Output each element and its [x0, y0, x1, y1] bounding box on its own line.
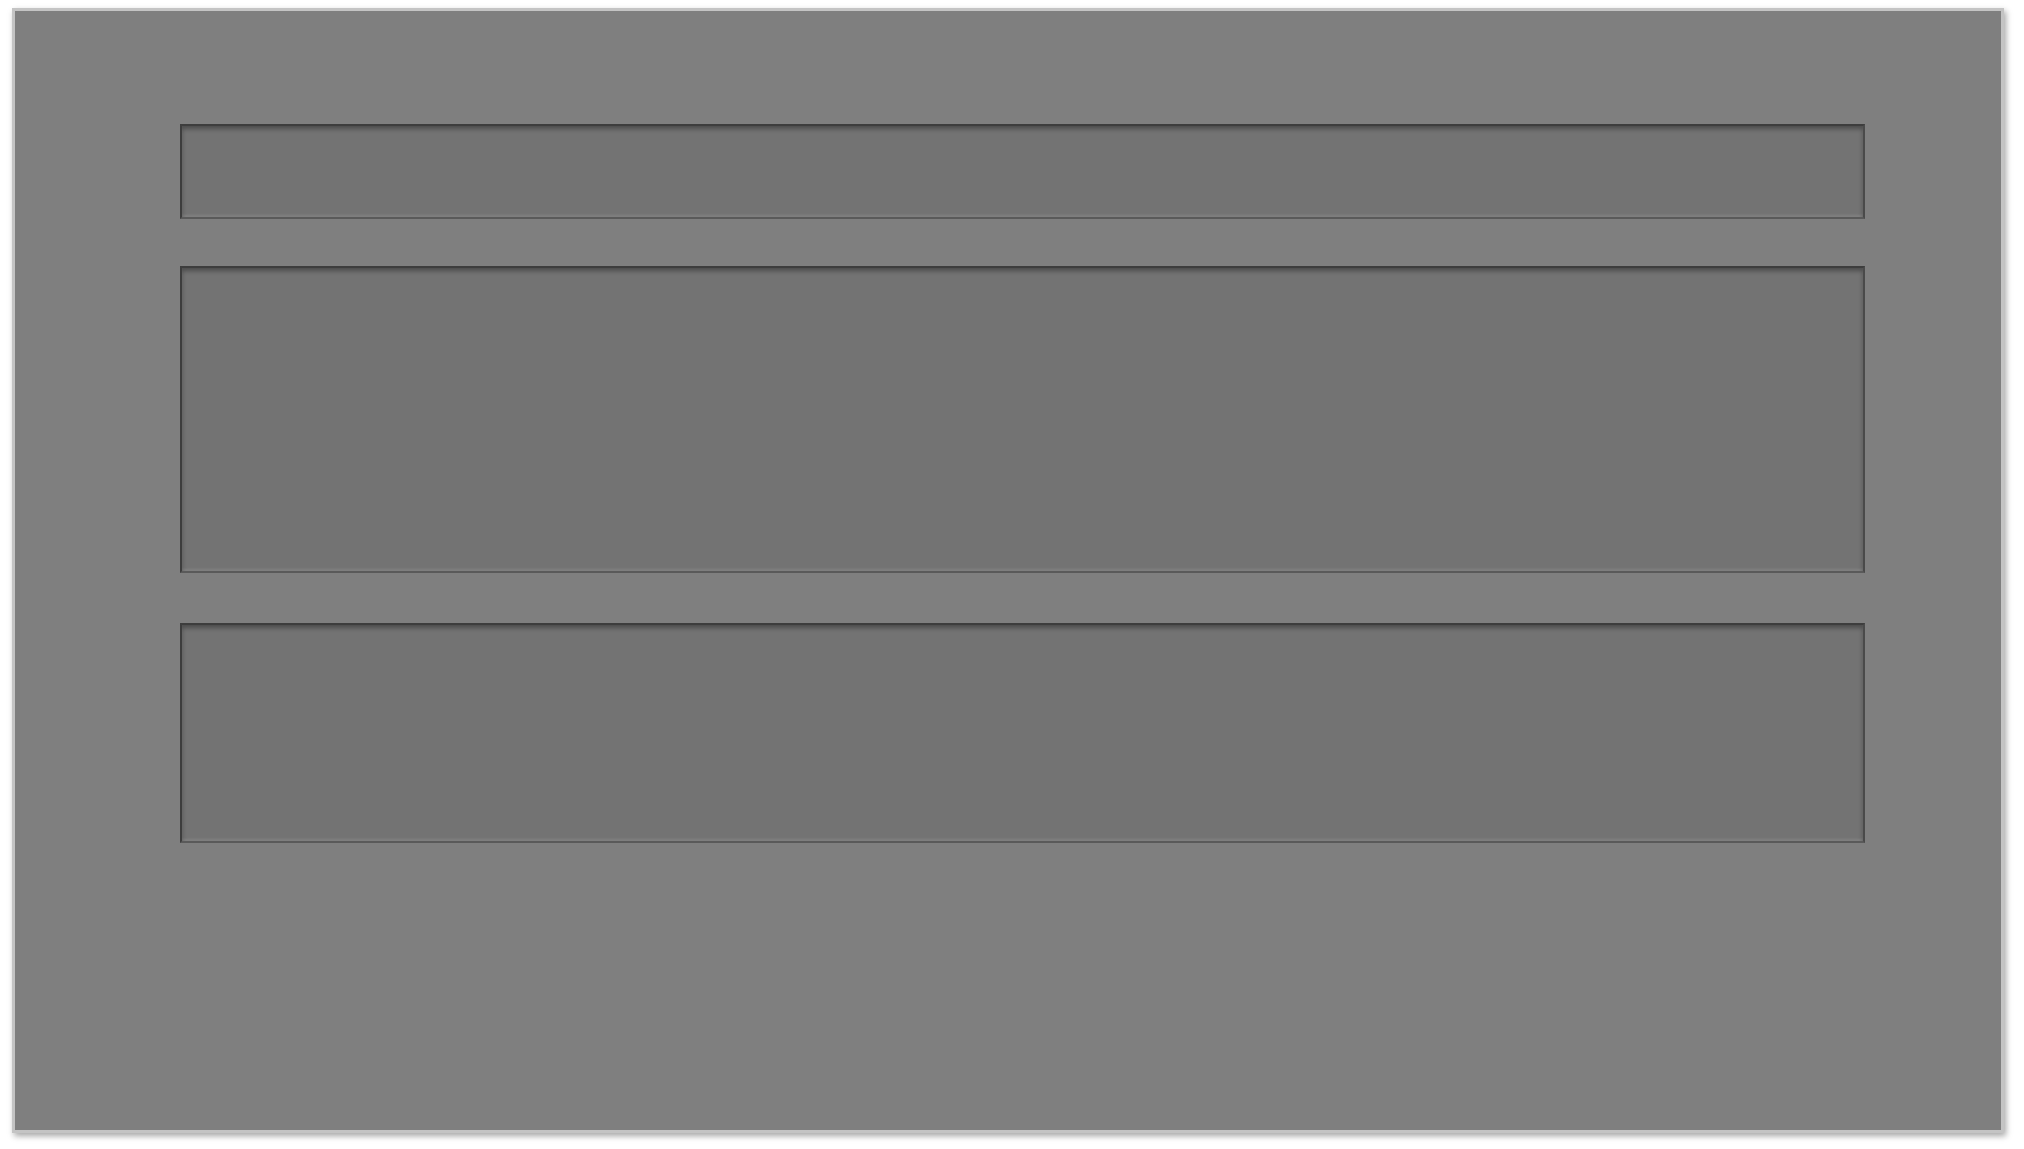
app-window	[12, 8, 2004, 1133]
main-content-panel	[180, 266, 1865, 573]
top-bar-panel	[180, 124, 1865, 219]
bottom-content-panel	[180, 623, 1865, 843]
